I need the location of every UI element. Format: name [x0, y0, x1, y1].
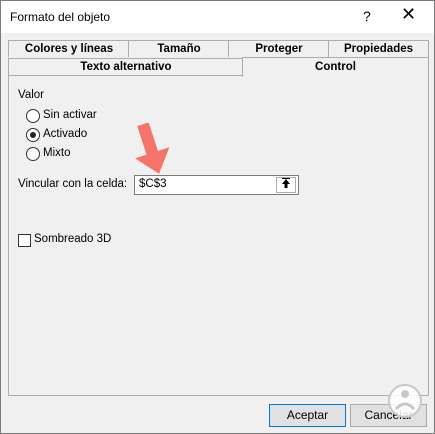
shading-3d-checkbox[interactable] — [18, 234, 31, 247]
tab-colores-y-lineas[interactable]: Colores y líneas — [8, 40, 130, 57]
radio-sin-activar[interactable] — [26, 109, 40, 123]
radio-label-sin-activar: Sin activar — [43, 109, 97, 121]
solvetic-logo — [388, 384, 422, 418]
tab-texto-alternativo[interactable]: Texto alternativo — [8, 58, 244, 75]
close-icon[interactable]: ✕ — [401, 5, 416, 23]
radio-activado[interactable] — [26, 128, 40, 142]
link-cell-label: Vincular con la celda: — [18, 178, 128, 190]
title-bar: Formato del objeto ? ✕ — [1, 1, 434, 33]
radio-mixto[interactable] — [26, 147, 40, 161]
tab-tamano[interactable]: Tamaño — [128, 40, 230, 57]
tab-control[interactable]: Control — [242, 57, 429, 77]
dialog-title: Formato del objeto — [10, 10, 111, 24]
ok-button[interactable]: Aceptar — [269, 404, 346, 427]
tab-propiedades[interactable]: Propiedades — [328, 40, 429, 57]
highlight-arrow-icon — [135, 123, 170, 174]
group-label-valor: Valor — [18, 89, 44, 101]
radio-label-activado: Activado — [43, 128, 88, 140]
dialog-window: Formato del objeto ? ✕ Colores y líneas … — [0, 0, 435, 434]
radio-label-mixto: Mixto — [43, 147, 71, 159]
shading-3d-label: Sombreado 3D — [34, 233, 112, 245]
help-icon[interactable]: ? — [363, 8, 371, 24]
tab-proteger[interactable]: Proteger — [228, 40, 330, 57]
link-cell-value: $C$3 — [139, 178, 167, 190]
collapse-dialog-icon[interactable] — [276, 177, 296, 193]
radio-selected-dot — [30, 132, 36, 138]
link-cell-input[interactable]: $C$3 — [134, 175, 299, 195]
